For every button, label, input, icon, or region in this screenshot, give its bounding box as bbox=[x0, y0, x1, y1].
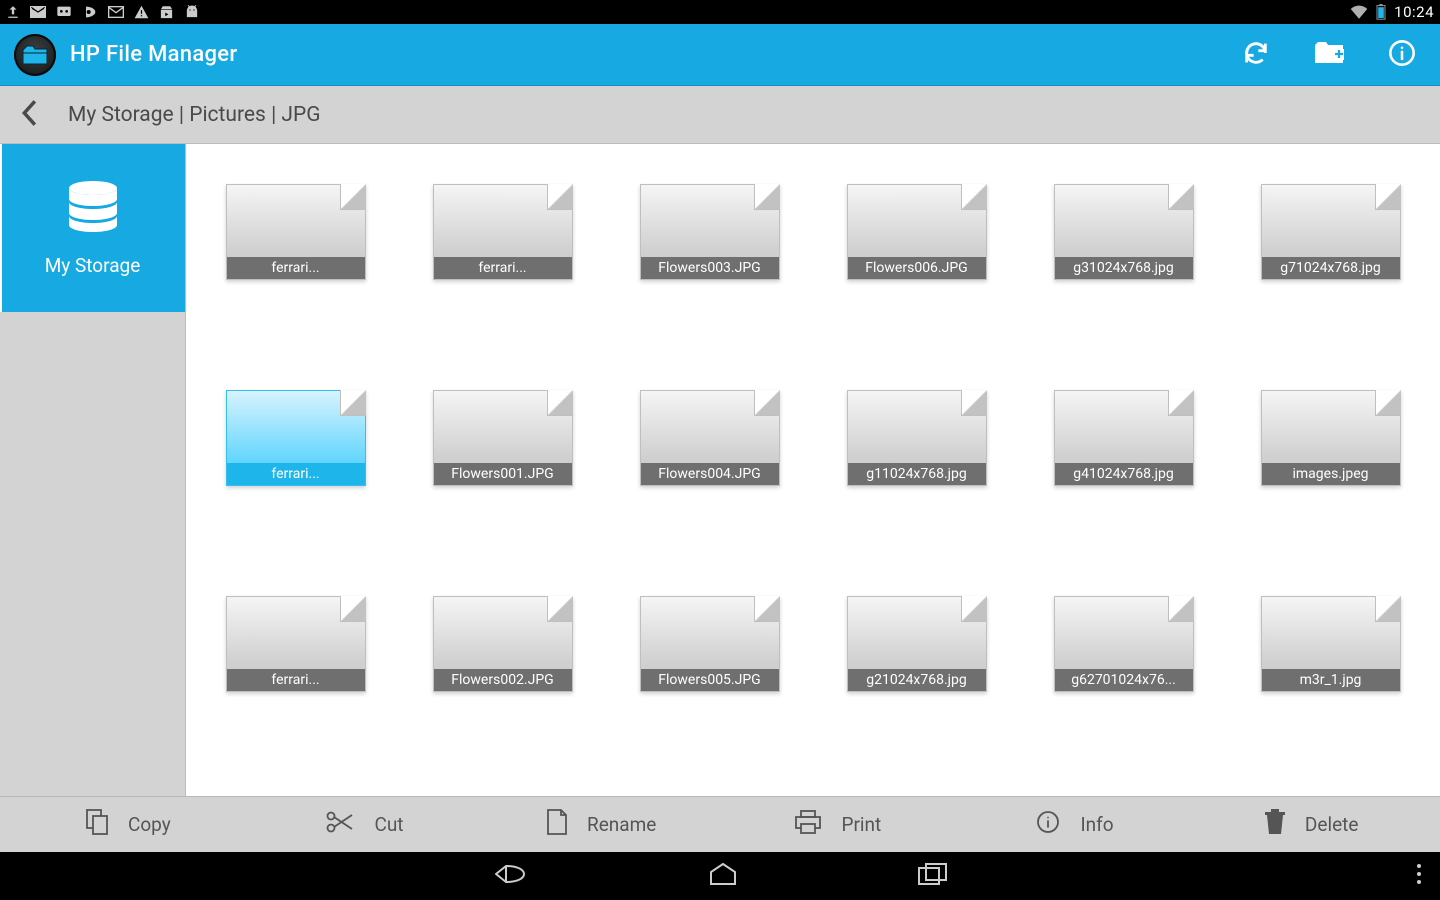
mail-icon bbox=[108, 6, 124, 18]
copy-button[interactable]: Copy bbox=[10, 809, 247, 840]
info-button[interactable]: Info bbox=[957, 810, 1194, 839]
file-item[interactable]: g21024x768.jpg bbox=[841, 596, 992, 692]
toolbar-label: Cut bbox=[374, 813, 403, 836]
print-button[interactable]: Print bbox=[720, 810, 957, 839]
toolbar-label: Copy bbox=[128, 813, 171, 836]
file-item[interactable]: g41024x768.jpg bbox=[1048, 390, 1199, 486]
file-name-label: Flowers004.JPG bbox=[641, 463, 779, 485]
file-item[interactable]: g11024x768.jpg bbox=[841, 390, 992, 486]
sidebar-tab-label: My Storage bbox=[45, 254, 141, 277]
nav-home-button[interactable] bbox=[708, 862, 738, 890]
wifi-icon bbox=[1350, 5, 1368, 19]
file-name-label: ferrari... bbox=[227, 257, 365, 279]
file-item[interactable]: ferrari... bbox=[220, 184, 371, 280]
toolbar-label: Print bbox=[841, 813, 881, 836]
file-name-label: g41024x768.jpg bbox=[1055, 463, 1193, 485]
file-name-label: Flowers003.JPG bbox=[641, 257, 779, 279]
file-item[interactable]: g31024x768.jpg bbox=[1048, 184, 1199, 280]
copy-icon bbox=[86, 809, 108, 840]
file-name-label: g31024x768.jpg bbox=[1055, 257, 1193, 279]
file-name-label: g71024x768.jpg bbox=[1262, 257, 1400, 279]
file-name-label: Flowers001.JPG bbox=[434, 463, 572, 485]
file-item[interactable]: Flowers001.JPG bbox=[427, 390, 578, 486]
battery-icon bbox=[1376, 4, 1386, 20]
file-item[interactable]: Flowers003.JPG bbox=[634, 184, 785, 280]
app-logo-icon bbox=[14, 34, 56, 76]
cut-icon bbox=[326, 811, 354, 838]
cut-button[interactable]: Cut bbox=[247, 811, 484, 838]
file-item[interactable]: ferrari... bbox=[427, 184, 578, 280]
breadcrumb-bar: My Storage | Pictures | JPG bbox=[0, 86, 1440, 144]
nav-back-button[interactable] bbox=[492, 862, 528, 890]
file-item[interactable]: images.jpeg bbox=[1255, 390, 1406, 486]
toolbar-label: Info bbox=[1080, 813, 1113, 836]
nav-recent-button[interactable] bbox=[918, 863, 948, 889]
info-icon bbox=[1036, 810, 1060, 839]
file-name-label: ferrari... bbox=[227, 669, 365, 691]
app-action-bar: HP File Manager bbox=[0, 24, 1440, 86]
android-nav-bar bbox=[0, 852, 1440, 900]
nav-menu-button[interactable] bbox=[1416, 863, 1422, 889]
file-item[interactable]: Flowers005.JPG bbox=[634, 596, 785, 692]
file-name-label: ferrari... bbox=[227, 463, 365, 485]
selection-toolbar: Copy Cut Rename Print Info Delete bbox=[0, 796, 1440, 852]
storage-icon bbox=[65, 180, 121, 236]
nvidia-icon bbox=[82, 5, 98, 19]
toolbar-label: Rename bbox=[587, 813, 656, 836]
delete-button[interactable]: Delete bbox=[1193, 809, 1430, 840]
upload-icon bbox=[6, 5, 20, 19]
file-grid-area[interactable]: ferrari... ferrari... Flowers003.JPG Flower… bbox=[186, 144, 1440, 796]
rename-icon bbox=[547, 809, 567, 840]
file-name-label: g21024x768.jpg bbox=[848, 669, 986, 691]
app-notif-icon bbox=[56, 5, 72, 19]
alert-icon bbox=[134, 5, 149, 19]
file-name-label: Flowers002.JPG bbox=[434, 669, 572, 691]
breadcrumb-path[interactable]: My Storage | Pictures | JPG bbox=[68, 103, 321, 127]
file-item[interactable]: Flowers004.JPG bbox=[634, 390, 785, 486]
file-item[interactable]: ferrari... bbox=[220, 596, 371, 692]
toolbar-label: Delete bbox=[1305, 813, 1359, 836]
android-status-bar: 10:24 bbox=[0, 0, 1440, 24]
mail-icon bbox=[30, 6, 46, 18]
app-title: HP File Manager bbox=[70, 42, 237, 67]
file-item[interactable]: ferrari... bbox=[220, 390, 371, 486]
rename-button[interactable]: Rename bbox=[483, 809, 720, 840]
android-icon bbox=[184, 5, 200, 19]
file-name-label: g62701024x76... bbox=[1055, 669, 1193, 691]
file-item[interactable]: g71024x768.jpg bbox=[1255, 184, 1406, 280]
file-item[interactable]: Flowers006.JPG bbox=[841, 184, 992, 280]
sidebar-tab-my-storage[interactable]: My Storage bbox=[0, 144, 185, 312]
delete-icon bbox=[1265, 809, 1285, 840]
back-button[interactable] bbox=[20, 99, 38, 131]
file-name-label: m3r_1.jpg bbox=[1262, 669, 1400, 691]
info-button[interactable] bbox=[1388, 39, 1416, 71]
file-name-label: Flowers005.JPG bbox=[641, 669, 779, 691]
file-item[interactable]: g62701024x76... bbox=[1048, 596, 1199, 692]
print-icon bbox=[795, 810, 821, 839]
file-name-label: Flowers006.JPG bbox=[848, 257, 986, 279]
refresh-button[interactable] bbox=[1242, 39, 1270, 71]
file-item[interactable]: m3r_1.jpg bbox=[1255, 596, 1406, 692]
file-item[interactable]: Flowers002.JPG bbox=[427, 596, 578, 692]
file-name-label: ferrari... bbox=[434, 257, 572, 279]
play-store-icon bbox=[159, 5, 174, 20]
file-name-label: images.jpeg bbox=[1262, 463, 1400, 485]
status-clock: 10:24 bbox=[1394, 3, 1434, 21]
file-name-label: g11024x768.jpg bbox=[848, 463, 986, 485]
new-folder-button[interactable] bbox=[1314, 41, 1344, 69]
sidebar: My Storage bbox=[0, 144, 186, 796]
